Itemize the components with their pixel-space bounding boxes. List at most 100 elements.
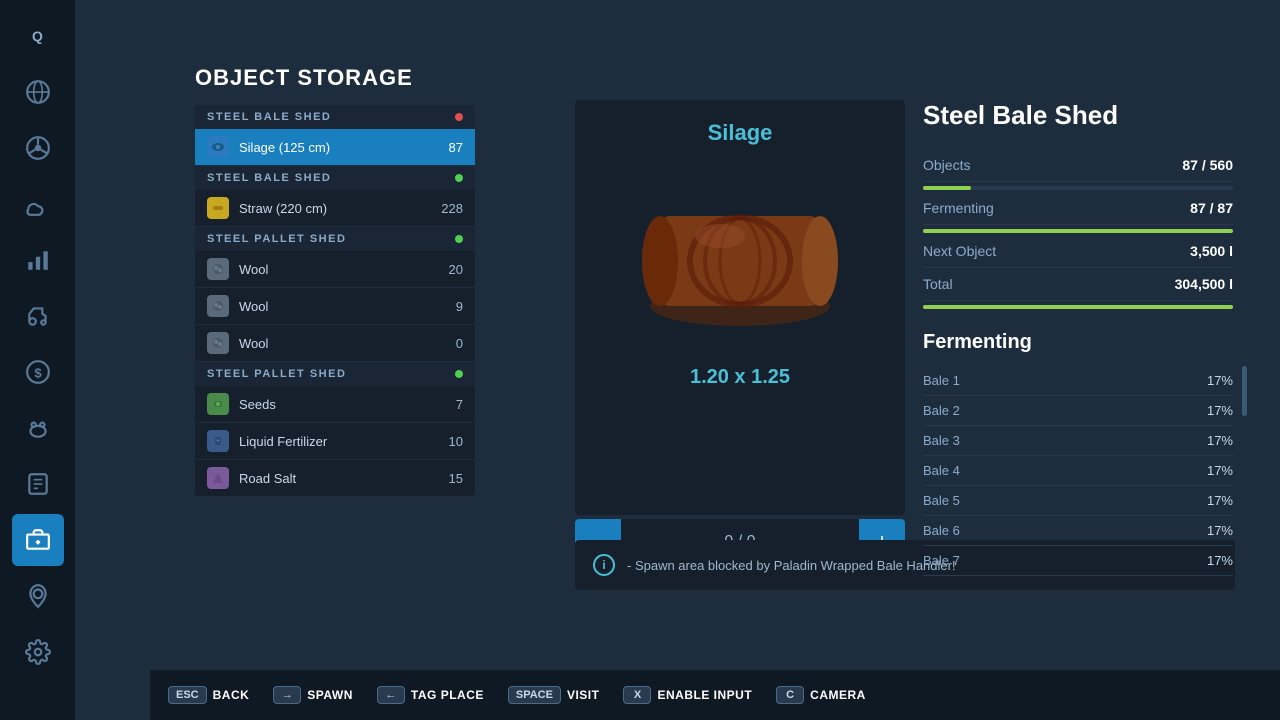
preview-dims: 1.20 x 1.25 — [690, 366, 790, 389]
tag-place-key: ← — [377, 686, 405, 704]
wool-count-2: 9 — [456, 299, 463, 314]
info-panel: Steel Bale Shed Objects 87 / 560 Ferment… — [923, 100, 1233, 576]
fermenting-section: Fermenting Bale 1 17% Bale 2 17% Bale 3 … — [923, 331, 1233, 576]
bale-5-label: Bale 5 — [923, 493, 960, 508]
bale-2-pct: 17% — [1207, 403, 1233, 418]
bale-row-5: Bale 5 17% — [923, 486, 1233, 516]
wool-label-1: Wool — [239, 262, 268, 277]
straw-label: Straw (220 cm) — [239, 201, 327, 216]
svg-text:$: $ — [34, 365, 42, 380]
bale-row-3: Bale 3 17% — [923, 426, 1233, 456]
enable-input-key: X — [623, 686, 651, 704]
objects-progress-container — [923, 186, 1233, 190]
fermenting-value: 87 / 87 — [1190, 200, 1233, 216]
storage-list: STEEL BALE SHED Silage (125 cm) 87 STEEL… — [195, 105, 475, 497]
sidebar-item-contracts[interactable] — [12, 458, 64, 510]
fermenting-progress-container — [923, 229, 1233, 233]
camera-label: CAMERA — [810, 688, 866, 702]
info-panel-title: Steel Bale Shed — [923, 100, 1233, 131]
bale-row-6: Bale 6 17% — [923, 516, 1233, 546]
sidebar-item-weather[interactable] — [12, 178, 64, 230]
liquid-fert-icon — [207, 430, 229, 452]
page-title: OBJECT STORAGE — [195, 65, 475, 91]
bale-7-label: Bale 7 — [923, 553, 960, 568]
preview-title: Silage — [708, 120, 773, 146]
bale-1-label: Bale 1 — [923, 373, 960, 388]
fermenting-title: Fermenting — [923, 331, 1233, 354]
list-item-straw[interactable]: Straw (220 cm) 228 — [195, 190, 475, 227]
list-item-wool-3[interactable]: Wool 0 — [195, 325, 475, 362]
bale-1-pct: 17% — [1207, 373, 1233, 388]
liquid-fert-label: Liquid Fertilizer — [239, 434, 327, 449]
bale-3-label: Bale 3 — [923, 433, 960, 448]
shed-label-1: STEEL BALE SHED — [207, 111, 331, 123]
wool-count-1: 20 — [449, 262, 463, 277]
road-salt-icon — [207, 467, 229, 489]
info-row-fermenting: Fermenting 87 / 87 — [923, 192, 1233, 225]
bale-row-4: Bale 4 17% — [923, 456, 1233, 486]
bale-6-label: Bale 6 — [923, 523, 960, 538]
spawn-label: SPAWN — [307, 688, 353, 702]
key-binding-camera: C CAMERA — [776, 686, 866, 704]
key-binding-esc: ESC BACK — [168, 686, 249, 704]
tag-place-label: TAG PLACE — [411, 688, 484, 702]
sidebar-item-tractor[interactable] — [12, 290, 64, 342]
storage-panel: OBJECT STORAGE STEEL BALE SHED Silage (1… — [195, 65, 475, 497]
sidebar-item-settings[interactable] — [12, 626, 64, 678]
visit-label: VISIT — [567, 688, 600, 702]
seeds-count: 7 — [456, 397, 463, 412]
wool-icon-3 — [207, 332, 229, 354]
list-item-seeds[interactable]: Seeds 7 — [195, 386, 475, 423]
enable-input-label: ENABLE INPUT — [657, 688, 752, 702]
key-binding-spawn: → SPAWN — [273, 686, 353, 704]
bale-4-label: Bale 4 — [923, 463, 960, 478]
shed-status-dot-1 — [455, 113, 463, 121]
visit-key: SPACE — [508, 686, 561, 704]
bale-4-pct: 17% — [1207, 463, 1233, 478]
shed-header-4: STEEL PALLET SHED — [195, 362, 475, 386]
wool-label-3: Wool — [239, 336, 268, 351]
bale-2-label: Bale 2 — [923, 403, 960, 418]
sidebar-item-globe[interactable] — [12, 66, 64, 118]
scroll-thumb[interactable] — [1242, 366, 1247, 416]
next-object-label: Next Object — [923, 243, 996, 259]
list-item-wool-1[interactable]: Wool 20 — [195, 251, 475, 288]
info-row-objects: Objects 87 / 560 — [923, 149, 1233, 182]
sidebar-item-money[interactable]: $ — [12, 346, 64, 398]
straw-icon — [207, 197, 229, 219]
sidebar-item-steering[interactable] — [12, 122, 64, 174]
sidebar-item-map[interactable] — [12, 570, 64, 622]
shed-status-dot-2 — [455, 174, 463, 182]
shed-header-2: STEEL BALE SHED — [195, 166, 475, 190]
wool-icon-1 — [207, 258, 229, 280]
esc-key: ESC — [168, 686, 207, 704]
liquid-fert-count: 10 — [449, 434, 463, 449]
bale-6-pct: 17% — [1207, 523, 1233, 538]
sidebar-item-q[interactable]: Q — [12, 10, 64, 62]
silage-icon — [207, 136, 229, 158]
info-row-next-object: Next Object 3,500 l — [923, 235, 1233, 268]
shed-label-3: STEEL PALLET SHED — [207, 233, 346, 245]
sidebar-item-storage[interactable] — [12, 514, 64, 566]
list-item-liquid-fertilizer[interactable]: Liquid Fertilizer 10 — [195, 423, 475, 460]
key-binding-visit: SPACE VISIT — [508, 686, 600, 704]
list-item-wool-2[interactable]: Wool 9 — [195, 288, 475, 325]
list-item-road-salt[interactable]: Road Salt 15 — [195, 460, 475, 497]
seeds-icon — [207, 393, 229, 415]
next-object-value: 3,500 l — [1190, 243, 1233, 259]
seeds-label: Seeds — [239, 397, 276, 412]
shed-header-3: STEEL PALLET SHED — [195, 227, 475, 251]
silage-label: Silage (125 cm) — [239, 140, 330, 155]
info-icon: i — [593, 554, 615, 576]
straw-count: 228 — [441, 201, 463, 216]
fermenting-progress-bar — [923, 229, 1233, 233]
bale-row-1: Bale 1 17% — [923, 366, 1233, 396]
sidebar-item-stats[interactable] — [12, 234, 64, 286]
camera-key: C — [776, 686, 804, 704]
total-progress-container — [923, 305, 1233, 309]
sidebar-item-animals[interactable] — [12, 402, 64, 454]
list-item-silage[interactable]: Silage (125 cm) 87 — [195, 129, 475, 166]
objects-value: 87 / 560 — [1182, 157, 1233, 173]
shed-status-dot-4 — [455, 370, 463, 378]
shed-status-dot-3 — [455, 235, 463, 243]
